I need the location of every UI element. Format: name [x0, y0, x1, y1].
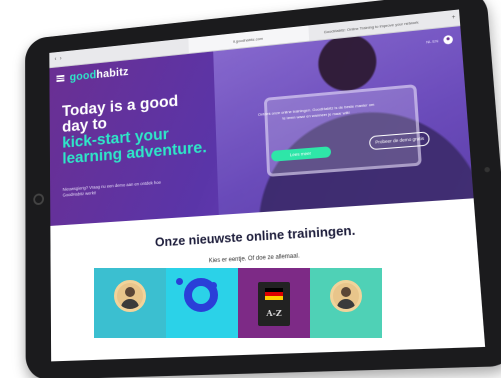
browser-nav: ‹ ›: [49, 55, 75, 63]
back-arrow-icon[interactable]: ‹: [55, 57, 57, 63]
book-icon: A-Z: [258, 282, 290, 326]
hamburger-icon[interactable]: [56, 74, 65, 82]
training-cards: A-Z: [94, 268, 382, 338]
ring-dot: [176, 278, 183, 285]
forward-arrow-icon[interactable]: ›: [60, 56, 62, 62]
ring-dot: [210, 282, 217, 289]
book-title: A-Z: [266, 308, 282, 318]
logo-suffix: habitz: [96, 64, 129, 81]
user-icon[interactable]: [443, 34, 454, 45]
camera-lens: [484, 166, 491, 173]
german-dictionary-card[interactable]: A-Z: [238, 268, 310, 338]
header-right: NL EN: [426, 34, 454, 46]
home-button[interactable]: [33, 193, 44, 206]
avatar-icon: [330, 280, 362, 312]
hero-subtext: Nieuwsgierig? Vraag nu een demo aan en o…: [62, 179, 162, 198]
trainer-portrait-card[interactable]: [94, 268, 166, 338]
presenter-portrait-card[interactable]: [310, 268, 382, 338]
logo[interactable]: goodhabitz: [70, 65, 129, 84]
photo-tablet: [264, 84, 423, 178]
ring-graphic-card[interactable]: [166, 268, 238, 338]
german-flag-icon: [265, 288, 283, 300]
language-switch[interactable]: NL EN: [426, 38, 438, 44]
browser-actions: +: [434, 14, 459, 22]
hero-headline: Today is a good day to kick-start your l…: [62, 90, 210, 168]
avatar-icon: [114, 280, 146, 312]
logo-prefix: good: [69, 68, 97, 84]
plus-icon[interactable]: +: [452, 15, 456, 21]
browser-tab-label: lt.goodhabitz.com: [232, 35, 263, 44]
